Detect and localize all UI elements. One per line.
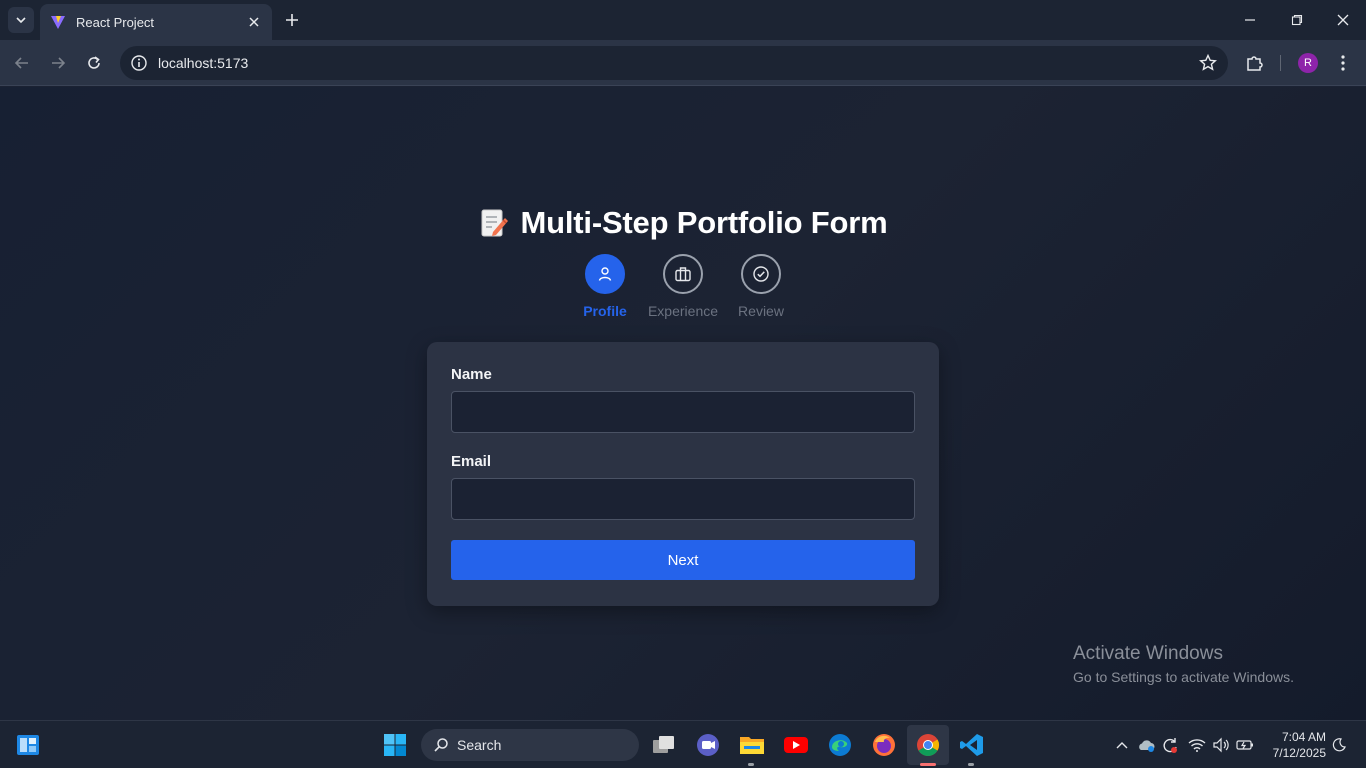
taskbar-search-box[interactable]: Search [421,729,639,761]
clock-time: 7:04 AM [1281,730,1326,744]
next-button[interactable]: Next [451,540,915,580]
volume-icon[interactable] [1212,736,1230,754]
bookmark-star-icon[interactable] [1198,53,1218,73]
chevron-down-icon [16,17,26,24]
page-title: Multi-Step Portfolio Form [520,205,888,240]
chrome-active-indicator [920,763,936,766]
close-tab-icon[interactable] [246,14,262,30]
clock-date: 7/12/2025 [1272,746,1326,760]
widgets-icon[interactable] [14,731,42,759]
browser-menu-kebab-icon[interactable] [1334,52,1352,74]
arrow-left-icon [14,57,28,69]
step-profile-circle [585,254,625,294]
battery-charging-icon[interactable] [1236,736,1254,754]
vscode-icon[interactable] [958,731,986,759]
file-explorer-icon[interactable] [738,731,766,759]
back-button[interactable] [11,52,33,74]
sync-alert-icon[interactable] [1161,736,1179,754]
name-label: Name [451,366,492,383]
new-tab-button[interactable] [282,10,302,30]
tab-search-button[interactable] [8,7,34,33]
firefox-icon[interactable] [870,731,898,759]
site-info-icon[interactable] [130,54,148,72]
arrow-right-icon [52,57,66,69]
chrome-icon[interactable] [914,731,942,759]
youtube-icon[interactable] [782,731,810,759]
step-profile[interactable]: Profile [566,254,644,319]
page-content: Multi-Step Portfolio Form Profile Experi… [0,87,1366,720]
address-bar[interactable]: localhost:5173 [120,46,1228,80]
activate-windows-watermark: Activate Windows Go to Settings to activ… [1073,643,1294,685]
restore-icon [1291,14,1303,26]
browser-toolbar: localhost:5173 R [0,40,1366,86]
page-header: Multi-Step Portfolio Form [0,205,1366,241]
close-icon [1337,14,1349,26]
close-window-button[interactable] [1331,8,1355,32]
reload-icon [88,56,100,69]
activate-windows-subtitle: Go to Settings to activate Windows. [1073,669,1294,685]
step-profile-label: Profile [583,303,627,319]
taskbar-clock[interactable]: 7:04 AM 7/12/2025 [1262,729,1326,761]
stepper: Profile Experience Review [0,254,1366,319]
toolbar-divider [1280,55,1281,71]
profile-avatar[interactable]: R [1298,53,1318,73]
check-circle-icon [753,266,769,282]
plus-icon [286,14,298,26]
url-text: localhost:5173 [158,55,249,71]
search-label: Search [457,737,502,753]
explorer-running-indicator [748,763,754,766]
memo-pencil-icon [479,208,509,238]
tray-overflow-chevron-up-icon[interactable] [1113,736,1131,754]
user-icon [598,267,612,281]
minimize-icon [1245,19,1255,21]
minimize-button[interactable] [1238,8,1262,32]
edge-browser-icon[interactable] [826,731,854,759]
search-icon [434,738,448,752]
reload-button[interactable] [83,52,105,74]
extensions-puzzle-icon[interactable] [1244,52,1266,74]
step-experience-label: Experience [647,303,719,319]
vite-logo-icon [50,14,66,30]
browser-tab-strip: React Project [0,0,1366,40]
vscode-running-indicator [968,763,974,766]
email-label: Email [451,453,492,470]
step-review-label: Review [738,303,784,319]
step-review-circle [741,254,781,294]
forward-button[interactable] [47,52,69,74]
teams-chat-icon[interactable] [694,731,722,759]
restore-button[interactable] [1285,8,1309,32]
activate-windows-title: Activate Windows [1073,643,1223,664]
tab-title: React Project [76,14,155,30]
name-input[interactable] [451,391,915,433]
step-experience-circle [663,254,703,294]
step-experience[interactable]: Experience [644,254,722,319]
onedrive-cloud-icon[interactable] [1137,736,1155,754]
step-review[interactable]: Review [722,254,800,319]
briefcase-icon [675,267,691,282]
start-windows-icon[interactable] [381,731,409,759]
form-card: Name Email Next [427,342,939,606]
wifi-icon[interactable] [1188,736,1206,754]
email-input[interactable] [451,478,915,520]
windows-taskbar: Search 7:04 AM 7/12/2025 [0,720,1366,768]
browser-tab[interactable]: React Project [40,4,272,40]
notifications-moon-icon[interactable] [1330,736,1348,754]
task-view-icon[interactable] [650,731,678,759]
